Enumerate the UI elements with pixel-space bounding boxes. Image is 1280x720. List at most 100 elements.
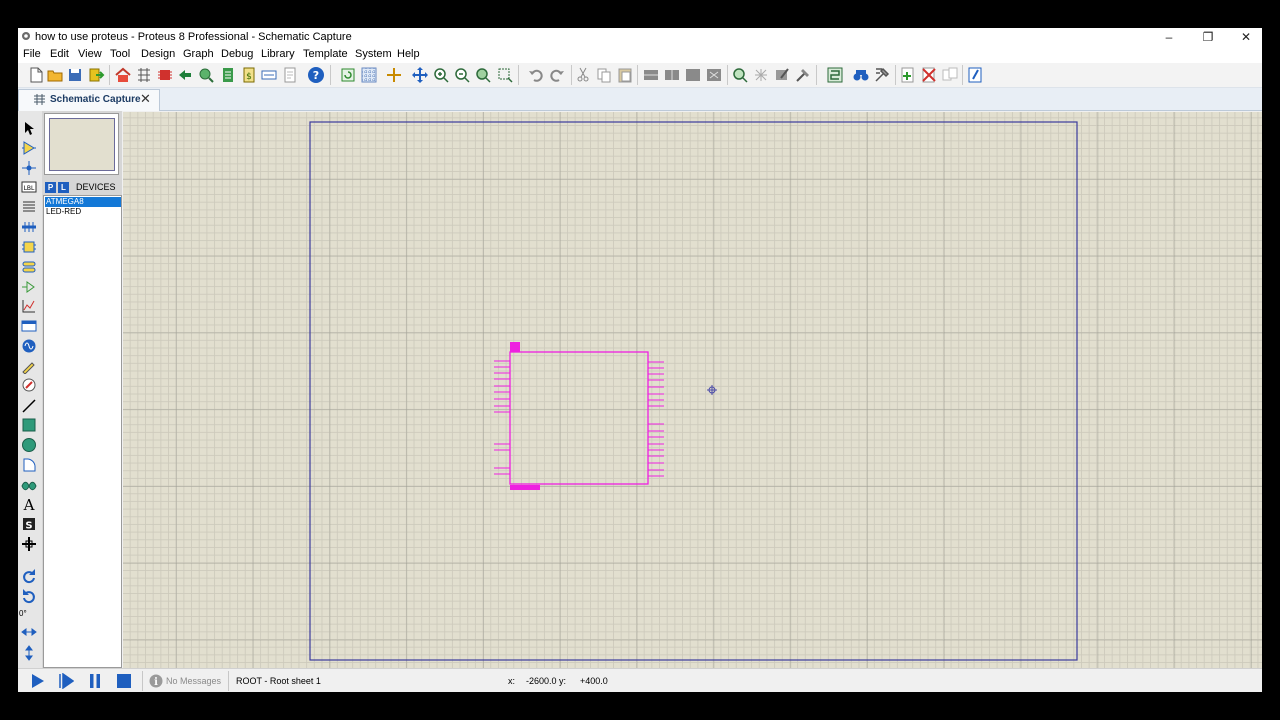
undo-icon[interactable] (527, 66, 545, 84)
packaging-tool-icon[interactable] (773, 66, 791, 84)
voltage-probe-icon[interactable] (21, 358, 37, 374)
wire-autorouter-icon[interactable] (826, 66, 844, 84)
schematic-icon[interactable] (135, 66, 153, 84)
paste-icon[interactable] (616, 66, 634, 84)
box-icon[interactable] (21, 417, 37, 433)
design-notes-icon[interactable] (966, 66, 984, 84)
schematic-canvas[interactable] (123, 112, 1262, 668)
close-tab-button[interactable]: ✕ (140, 92, 151, 106)
property-assignment-icon[interactable] (873, 66, 891, 84)
design-explorer-icon[interactable]: $ (240, 66, 258, 84)
rotate-cw-icon[interactable] (21, 568, 37, 584)
menu-view[interactable]: View (78, 48, 102, 60)
component-icon[interactable] (21, 140, 37, 156)
menu-system[interactable]: System (355, 48, 392, 60)
block-rotate-icon[interactable] (684, 66, 702, 84)
select-icon[interactable] (21, 120, 37, 136)
mirror-y-icon[interactable] (21, 645, 37, 661)
menu-library[interactable]: Library (261, 48, 295, 60)
new-sheet-icon[interactable] (899, 66, 917, 84)
svg-text:S: S (25, 521, 32, 532)
terminal-icon[interactable] (21, 259, 37, 275)
mirror-x-icon[interactable] (21, 624, 37, 640)
code-icon[interactable] (260, 66, 278, 84)
remove-sheet-icon[interactable] (920, 66, 938, 84)
bus-icon[interactable] (21, 219, 37, 235)
zoom-out-icon[interactable] (453, 66, 471, 84)
tape-recorder-icon[interactable] (21, 318, 37, 334)
rotation-angle[interactable]: 0° (19, 609, 27, 618)
new-file-icon[interactable] (27, 66, 45, 84)
decompose-icon[interactable] (794, 66, 812, 84)
menu-edit[interactable]: Edit (50, 48, 69, 60)
import-icon[interactable] (87, 66, 105, 84)
gerber-icon[interactable] (176, 66, 194, 84)
menu-tool[interactable]: Tool (110, 48, 130, 60)
notes-icon[interactable] (281, 66, 299, 84)
home-icon[interactable] (114, 66, 132, 84)
copy-icon[interactable] (595, 66, 613, 84)
grid-toggle-icon[interactable] (360, 66, 378, 84)
info-icon[interactable]: i (149, 674, 163, 688)
library-manager-button[interactable]: L (58, 182, 69, 193)
goto-sheet-icon[interactable] (941, 66, 959, 84)
rotate-ccw-icon[interactable] (21, 588, 37, 604)
zoom-in-icon[interactable] (432, 66, 450, 84)
text-icon[interactable]: A (21, 496, 37, 512)
symbol-icon[interactable]: S (21, 516, 37, 532)
circle-icon[interactable] (21, 437, 37, 453)
close-window-button[interactable]: ✕ (1228, 28, 1262, 46)
junction-icon[interactable] (21, 160, 37, 176)
help-icon[interactable]: ? (307, 66, 325, 84)
device-pin-icon[interactable] (21, 279, 37, 295)
menu-graph[interactable]: Graph (183, 48, 214, 60)
play-icon[interactable] (29, 673, 45, 689)
step-icon[interactable] (58, 673, 74, 689)
messages-status[interactable]: No Messages (166, 676, 221, 686)
generator-icon[interactable] (21, 338, 37, 354)
marker-icon[interactable] (21, 536, 37, 552)
origin-icon[interactable] (385, 66, 403, 84)
pan-icon[interactable] (411, 66, 429, 84)
zoom-all-icon[interactable] (474, 66, 492, 84)
arc-icon[interactable] (21, 457, 37, 473)
wire-label-icon[interactable]: LBL (21, 179, 37, 195)
devices-label: DEVICES (76, 182, 116, 192)
menu-help[interactable]: Help (397, 48, 420, 60)
list-item[interactable]: ATMEGA8 (45, 197, 121, 207)
graph-icon[interactable] (21, 298, 37, 314)
subcircuit-icon[interactable] (21, 239, 37, 255)
path-icon[interactable] (21, 477, 37, 493)
block-delete-icon[interactable] (705, 66, 723, 84)
pick-devices-button[interactable]: P (45, 182, 56, 193)
zoom-area-icon[interactable] (496, 66, 514, 84)
block-copy-icon[interactable] (642, 66, 660, 84)
atmega8-component[interactable] (494, 342, 664, 490)
line-icon[interactable] (21, 398, 37, 414)
pick-device-icon[interactable] (731, 66, 749, 84)
pause-icon[interactable] (87, 673, 103, 689)
block-move-icon[interactable] (663, 66, 681, 84)
menu-template[interactable]: Template (303, 48, 348, 60)
maximize-button[interactable]: ❐ (1190, 28, 1226, 46)
save-icon[interactable] (66, 66, 84, 84)
menu-file[interactable]: File (23, 48, 41, 60)
refresh-icon[interactable] (339, 66, 357, 84)
stop-icon[interactable] (116, 673, 132, 689)
search-tag-icon[interactable] (852, 66, 870, 84)
menu-design[interactable]: Design (141, 48, 175, 60)
text-script-icon[interactable] (21, 199, 37, 215)
overview-window[interactable] (44, 113, 119, 175)
minimize-button[interactable]: – (1151, 28, 1187, 46)
menu-debug[interactable]: Debug (221, 48, 253, 60)
make-device-icon[interactable] (752, 66, 770, 84)
bom-icon[interactable] (219, 66, 237, 84)
current-probe-icon[interactable] (21, 377, 37, 393)
redo-icon[interactable] (548, 66, 566, 84)
list-item[interactable]: LED-RED (45, 207, 121, 217)
open-folder-icon[interactable] (46, 66, 64, 84)
pcb-icon[interactable] (156, 66, 174, 84)
cut-icon[interactable] (574, 66, 592, 84)
3d-visualizer-icon[interactable] (197, 66, 215, 84)
tab-schematic-capture[interactable]: Schematic Capture ✕ (18, 89, 160, 111)
